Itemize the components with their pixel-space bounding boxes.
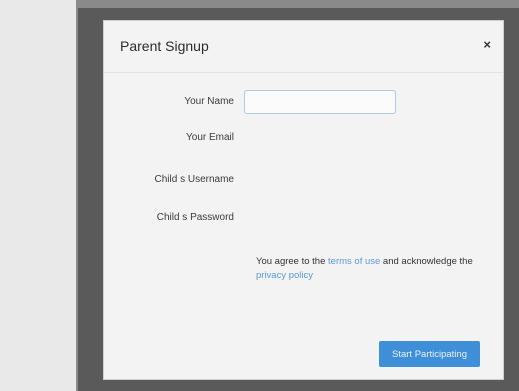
parent-signup-modal: Parent Signup × Your Name Your Email Chi…: [103, 20, 504, 380]
agreement-middle: and acknowledge the: [380, 256, 473, 267]
child-username-label: Child s Username: [154, 174, 234, 185]
your-name-label: Your Name: [184, 96, 234, 107]
modal-title: Parent Signup: [120, 38, 209, 54]
modal-header: Parent Signup ×: [104, 21, 503, 73]
your-name-input[interactable]: [244, 90, 396, 114]
close-icon[interactable]: ×: [483, 37, 491, 52]
child-password-input[interactable]: [244, 206, 400, 232]
terms-of-use-link[interactable]: terms of use: [328, 256, 380, 267]
agreement-prefix: You agree to the: [256, 256, 329, 267]
privacy-policy-link[interactable]: privacy policy: [256, 270, 313, 281]
your-email-label: Your Email: [186, 132, 234, 143]
start-participating-button[interactable]: Start Participating: [379, 341, 480, 367]
your-email-input[interactable]: [244, 126, 400, 152]
backdrop-top-strip: [78, 0, 519, 8]
modal-backdrop: Parent Signup × Your Name Your Email Chi…: [78, 0, 519, 391]
child-password-label: Child s Password: [156, 212, 234, 223]
child-username-input[interactable]: [244, 168, 400, 194]
terms-agreement-text: You agree to the terms of use and acknow…: [256, 255, 476, 283]
background-page: [0, 0, 78, 391]
